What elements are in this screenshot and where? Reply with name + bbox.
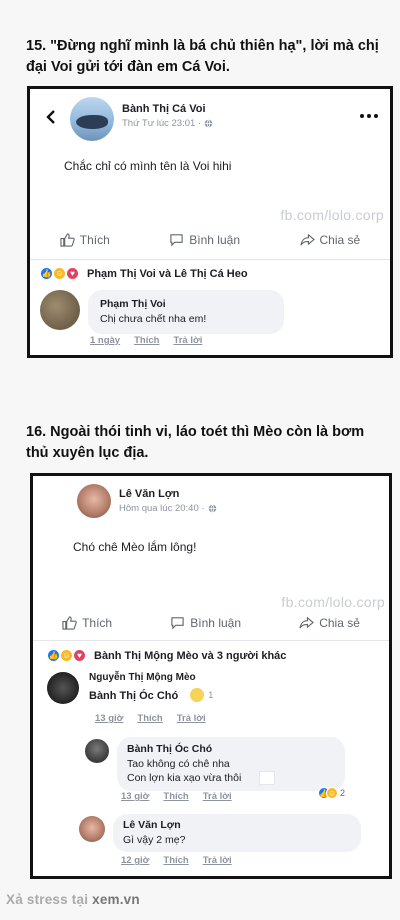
comment-text-line2: Con lợn kia xạo vừa thôi: [127, 772, 242, 784]
like-label: Thích: [79, 233, 110, 247]
comment-like-link[interactable]: Thích: [163, 791, 188, 802]
post-frame-16: Lê Văn Lợn Hôm qua lúc 20:40 · Chó chê M…: [30, 473, 392, 879]
comment-time[interactable]: 12 giờ: [121, 855, 149, 866]
dog-avatar[interactable]: [85, 739, 109, 763]
comment-text: Chị chưa chết nha em!: [100, 313, 207, 325]
love-reaction-icon: ♥: [73, 649, 86, 662]
comment-like-link[interactable]: Thích: [163, 855, 188, 866]
haha-reaction-icon: ☺: [325, 787, 338, 799]
heading-16: 16. Ngoài thói tinh vi, láo toét thì Mèo…: [26, 424, 365, 461]
like-reaction-icon: 👍: [40, 267, 53, 280]
globe-icon: [208, 504, 217, 513]
watermark: fb.com/lolo.corp: [280, 207, 384, 223]
comment-time[interactable]: 1 ngày: [90, 335, 120, 346]
comment-author[interactable]: Phạm Thị Voi: [100, 298, 272, 310]
like-label: Thích: [82, 616, 113, 630]
reaction-count: 2: [339, 788, 345, 798]
watermark: fb.com/lolo.corp: [281, 594, 385, 610]
footer-prefix: Xả stress tại: [6, 892, 89, 907]
like-reaction-icon: 👍: [47, 649, 60, 662]
share-label: Chia sẻ: [319, 616, 360, 630]
comment-bubble: Lê Văn Lợn Gì vậy 2 mẹ?: [113, 814, 361, 852]
comment-text-line1: Tao không có chê nha: [127, 758, 230, 770]
whale-image: [76, 115, 108, 129]
comment-reply-link[interactable]: Trả lời: [203, 855, 232, 866]
image-placeholder: [259, 771, 275, 785]
thumbs-up-icon: [62, 616, 77, 630]
elephant-avatar[interactable]: [40, 290, 80, 330]
haha-reaction-icon: ☺: [53, 267, 66, 280]
thumbs-up-icon: [60, 233, 75, 247]
comment-time[interactable]: 13 giờ: [95, 713, 123, 724]
post-frame-15: Bành Thị Cá Voi Thứ Tư lúc 23:01 · Chắc …: [27, 86, 393, 358]
comment-text: Bành Thị Óc Chó: [89, 690, 179, 702]
comment-author[interactable]: Lê Văn Lợn: [123, 819, 351, 831]
share-icon: [299, 616, 315, 630]
comment-reactions[interactable]: 👍 ☺ 2: [317, 787, 345, 799]
love-reaction-icon: ♥: [66, 267, 79, 280]
footer-site-link[interactable]: xem.vn: [92, 892, 140, 907]
like-button[interactable]: Thích: [60, 233, 110, 247]
avatar[interactable]: [70, 97, 114, 141]
pig-avatar[interactable]: [79, 816, 105, 842]
comment-like-link[interactable]: Thích: [134, 335, 159, 346]
share-label: Chia sẻ: [319, 233, 361, 247]
comment-icon: [170, 616, 185, 630]
comment-button[interactable]: Bình luận: [169, 233, 240, 247]
more-options-icon[interactable]: [360, 114, 378, 118]
reaction-count[interactable]: 1: [208, 690, 213, 700]
post-time[interactable]: Hôm qua lúc 20:40 ·: [119, 503, 205, 514]
comment-reply-link[interactable]: Trả lời: [173, 335, 202, 346]
share-button[interactable]: Chia sẻ: [299, 616, 360, 630]
comment-label: Bình luận: [190, 616, 242, 630]
like-button[interactable]: Thích: [62, 616, 112, 630]
comment-icon: [169, 233, 184, 247]
haha-reaction-icon: ☺: [60, 649, 73, 662]
back-chevron-icon[interactable]: [46, 109, 56, 125]
comment-author[interactable]: Nguyễn Thị Mộng Mèo: [89, 672, 213, 683]
comment-label: Bình luận: [189, 233, 240, 247]
comment-text: Gì vậy 2 mẹ?: [123, 834, 186, 846]
pig-avatar[interactable]: [77, 484, 111, 518]
comment-button[interactable]: Bình luận: [170, 616, 241, 630]
comment-bubble: Phạm Thị Voi Chị chưa chết nha em!: [88, 290, 284, 334]
share-icon: [299, 233, 315, 247]
comment-reply-link[interactable]: Trả lời: [177, 713, 206, 724]
cat-avatar[interactable]: [47, 672, 79, 704]
share-button[interactable]: Chia sẻ: [299, 233, 361, 247]
post-text: Chắc chỉ có mình tên là Voi hihi: [64, 159, 232, 173]
sad-reaction-icon: [190, 688, 205, 702]
comment-reply-link[interactable]: Trả lời: [203, 791, 232, 802]
heading-15: 15. "Đừng nghĩ mình là bá chủ thiên hạ",…: [26, 38, 379, 75]
footer-credit: Xả stress tại xem.vn: [6, 892, 140, 907]
comment-time[interactable]: 13 giờ: [121, 791, 149, 802]
reactions-summary[interactable]: Phạm Thị Voi và Lê Thị Cá Heo: [87, 268, 248, 280]
comment-author[interactable]: Bành Thị Óc Chó: [127, 743, 335, 755]
post-text: Chó chê Mèo lắm lông!: [73, 540, 197, 554]
comment-like-link[interactable]: Thích: [137, 713, 162, 724]
globe-icon: [204, 119, 213, 128]
reactions-summary[interactable]: Bành Thị Mộng Mèo và 3 người khác: [94, 650, 286, 662]
post-author[interactable]: Lê Văn Lợn: [119, 488, 217, 500]
post-author[interactable]: Bành Thị Cá Voi: [122, 103, 213, 115]
post-time[interactable]: Thứ Tư lúc 23:01 ·: [122, 118, 201, 129]
comment-bubble: Bành Thị Óc Chó Tao không có chê nha Con…: [117, 737, 345, 791]
